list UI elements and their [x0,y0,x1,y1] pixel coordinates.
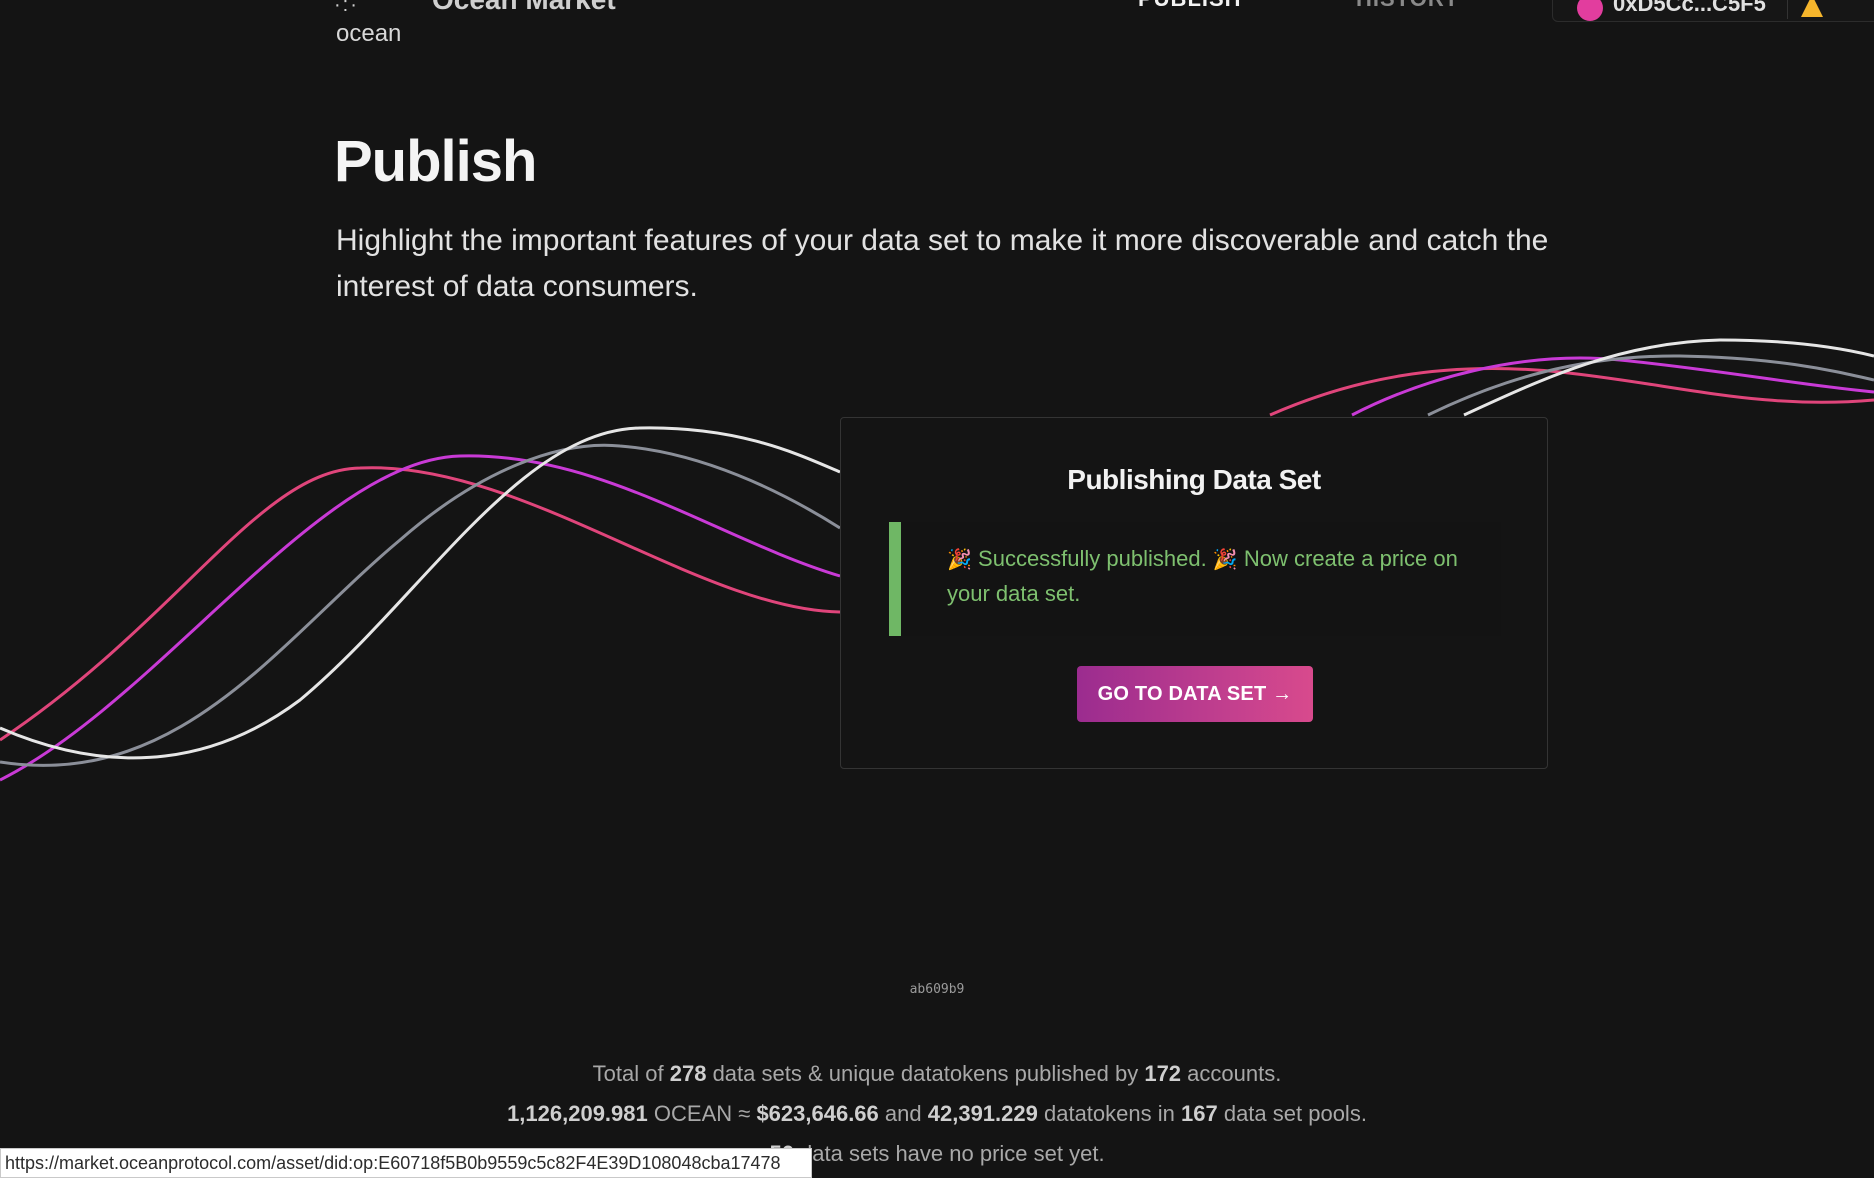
stat-ocean-amount: 1,126,209.981 [507,1101,648,1126]
nav-history[interactable]: HISTORY [1356,0,1460,12]
wallet-button[interactable]: 0xD5Cc...C5F5 [1552,0,1874,22]
commit-hash-link[interactable]: ab609b9 [0,982,1874,997]
stat-datatokens: 42,391.229 [927,1101,1038,1126]
page-description: Highlight the important features of your… [336,224,1549,303]
party-popper-icon: 🎉 [1212,549,1238,571]
top-header: ·:· Ocean Market ocean PUBLISH HISTORY 0… [0,0,1874,52]
stat-accounts: 172 [1144,1061,1182,1086]
nav-publish[interactable]: PUBLISH [1138,0,1242,12]
page: ·:· Ocean Market ocean PUBLISH HISTORY 0… [0,0,1874,1178]
page-title: Publish [334,129,537,194]
stat-data-sets: 278 [669,1061,707,1086]
logo-subtitle: ocean [336,20,402,47]
alert-accent-bar [889,522,901,636]
stats-line-1: Total of 278 data sets & unique datatoke… [592,1061,1282,1086]
success-alert: 🎉 Successfully published. 🎉 Now create a… [889,522,1501,636]
go-to-data-set-button[interactable]: GO TO DATA SET → [1077,666,1313,722]
wallet-avatar-icon [1577,0,1603,21]
ocean-logo-icon[interactable]: ·:· [334,0,359,17]
success-message: 🎉 Successfully published. 🎉 Now create a… [947,542,1467,610]
success-message-part1: Successfully published. [978,546,1207,571]
party-popper-icon: 🎉 [947,549,972,571]
stat-pools: 167 [1180,1101,1218,1126]
wallet-address: 0xD5Cc...C5F5 [1613,0,1766,16]
logo-title[interactable]: Ocean Market [432,0,616,16]
network-icon [1801,0,1823,17]
stats-line-2: 1,126,209.981 OCEAN ≈ $623,646.66 and 42… [507,1101,1367,1126]
stat-usd: $623,646.66 [756,1101,879,1126]
card-title: Publishing Data Set [1067,464,1321,495]
publishing-card: Publishing Data Set 🎉 Successfully publi… [840,417,1548,769]
browser-status-url: https://market.oceanprotocol.com/asset/d… [0,1148,812,1178]
wallet-divider [1787,0,1788,19]
